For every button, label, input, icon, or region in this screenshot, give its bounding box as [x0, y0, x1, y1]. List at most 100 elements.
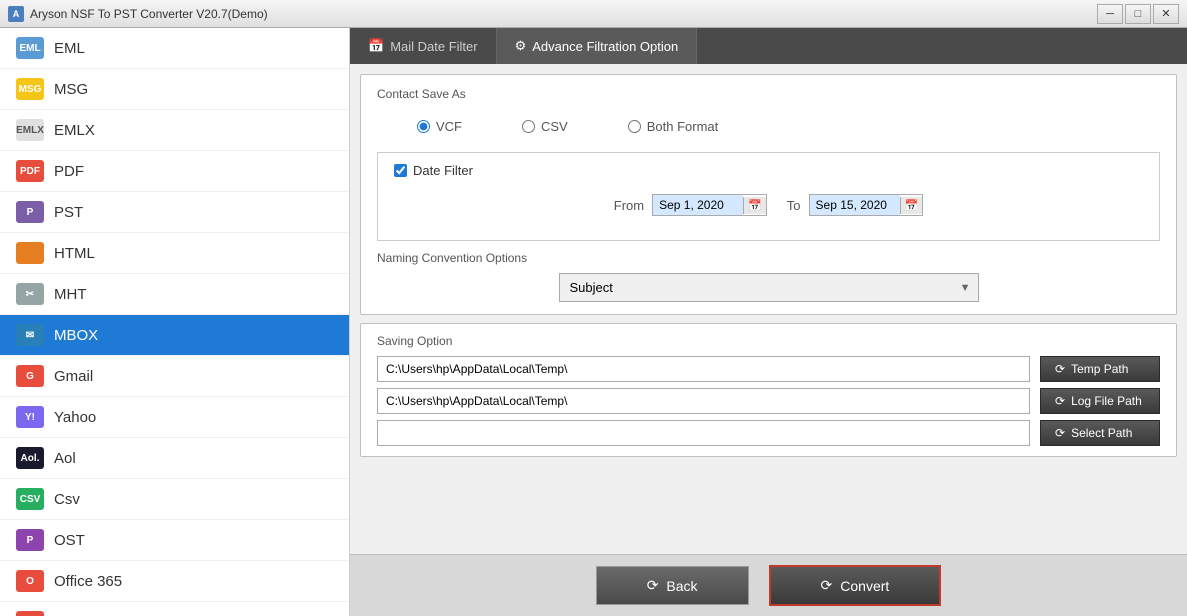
app-container: EML EML MSG MSG EMLX EMLX PDF PDF P PST … — [0, 28, 1187, 616]
sidebar-item-aol[interactable]: Aol. Aol — [0, 438, 349, 479]
sidebar-label-mbox: MBOX — [54, 327, 98, 344]
sidebar-icon-pdf: PDF — [16, 160, 44, 182]
from-date-input-wrap: 📅 — [652, 194, 767, 216]
calendar-icon: 📅 — [368, 38, 384, 54]
title-bar-controls: ─ □ ✕ — [1097, 4, 1179, 24]
tab-advance-filtration-label: Advance Filtration Option — [532, 39, 678, 54]
sync-icon-2: ⟳ — [1055, 394, 1065, 408]
sidebar-item-hotmail[interactable]: ✉ HotMail — [0, 602, 349, 616]
both-label: Both Format — [647, 119, 719, 134]
naming-convention-select[interactable]: SubjectDateFromTo — [559, 273, 979, 302]
sidebar-label-aol: Aol — [54, 450, 76, 467]
to-date-input-wrap: 📅 — [809, 194, 924, 216]
saving-btns-col: ⟳ Temp Path ⟳ Log File Path ⟳ Select Pat… — [1040, 356, 1160, 446]
to-calendar-icon[interactable]: 📅 — [900, 197, 923, 214]
bottom-bar: ⟳ Back ⟳ Convert — [350, 554, 1187, 616]
from-calendar-icon[interactable]: 📅 — [743, 197, 766, 214]
sidebar-item-mht[interactable]: ✂ MHT — [0, 274, 349, 315]
close-button[interactable]: ✕ — [1153, 4, 1179, 24]
sidebar-label-office365: Office 365 — [54, 573, 122, 590]
sidebar-icon-msg: MSG — [16, 78, 44, 100]
temp-path-input[interactable] — [377, 356, 1030, 382]
sidebar-label-msg: MSG — [54, 81, 88, 98]
log-file-path-button[interactable]: ⟳ Log File Path — [1040, 388, 1160, 414]
sidebar-item-csv[interactable]: CSV Csv — [0, 479, 349, 520]
sidebar-icon-mht: ✂ — [16, 283, 44, 305]
csv-option[interactable]: CSV — [522, 119, 568, 134]
sync-icon: ⟳ — [1055, 362, 1065, 376]
sidebar-item-pdf[interactable]: PDF PDF — [0, 151, 349, 192]
from-date-input[interactable] — [653, 195, 743, 215]
naming-convention-label: Naming Convention Options — [377, 251, 1160, 265]
title-bar: A Aryson NSF To PST Converter V20.7(Demo… — [0, 0, 1187, 28]
sidebar-item-ost[interactable]: P OST — [0, 520, 349, 561]
saving-option-layout: ⟳ Temp Path ⟳ Log File Path ⟳ Select Pat… — [377, 356, 1160, 446]
vcf-option[interactable]: VCF — [417, 119, 462, 134]
saving-option-label: Saving Option — [377, 334, 1160, 348]
contact-save-as-radio-group: VCF CSV Both Format — [377, 111, 1160, 142]
csv-label: CSV — [541, 119, 568, 134]
sidebar-item-eml[interactable]: EML EML — [0, 28, 349, 69]
sidebar-icon-csv: CSV — [16, 488, 44, 510]
sidebar-label-ost: OST — [54, 532, 85, 549]
select-path-button[interactable]: ⟳ Select Path — [1040, 420, 1160, 446]
to-date-field: To 📅 — [787, 194, 923, 216]
sidebar-item-emlx[interactable]: EMLX EMLX — [0, 110, 349, 151]
to-label: To — [787, 198, 801, 213]
sidebar-icon-pst: P — [16, 201, 44, 223]
convert-icon: ⟳ — [821, 577, 833, 594]
sidebar-item-mbox[interactable]: ✉ MBOX — [0, 315, 349, 356]
title-bar-left: A Aryson NSF To PST Converter V20.7(Demo… — [8, 6, 268, 22]
temp-path-button[interactable]: ⟳ Temp Path — [1040, 356, 1160, 382]
log-file-path-input[interactable] — [377, 388, 1030, 414]
csv-radio[interactable] — [522, 120, 535, 133]
main-content: 📅 Mail Date Filter ⚙ Advance Filtration … — [350, 28, 1187, 616]
sidebar-icon-ost: P — [16, 529, 44, 551]
sidebar-item-office365[interactable]: O Office 365 — [0, 561, 349, 602]
sidebar-icon-yahoo: Y! — [16, 406, 44, 428]
tabs-bar: 📅 Mail Date Filter ⚙ Advance Filtration … — [350, 28, 1187, 64]
select-path-label: Select Path — [1071, 426, 1132, 440]
select-path-input[interactable] — [377, 420, 1030, 446]
date-filter-checkbox[interactable] — [394, 164, 407, 177]
back-icon: ⟳ — [647, 577, 659, 594]
both-format-option[interactable]: Both Format — [628, 119, 719, 134]
sidebar-label-pdf: PDF — [54, 163, 84, 180]
date-filter-section: Date Filter From 📅 To — [377, 152, 1160, 241]
saving-option-panel: Saving Option ⟳ Temp Path ⟳ — [360, 323, 1177, 457]
contact-save-as-label: Contact Save As — [377, 87, 1160, 101]
back-label: Back — [666, 578, 697, 594]
convert-button[interactable]: ⟳ Convert — [769, 565, 942, 606]
app-icon: A — [8, 6, 24, 22]
sidebar-icon-gmail: G — [16, 365, 44, 387]
sidebar-icon-mbox: ✉ — [16, 324, 44, 346]
sidebar-label-gmail: Gmail — [54, 368, 93, 385]
filter-icon: ⚙ — [515, 38, 527, 54]
contact-save-as-section: Contact Save As VCF CSV Both Format — [377, 87, 1160, 142]
vcf-label: VCF — [436, 119, 462, 134]
both-radio[interactable] — [628, 120, 641, 133]
sidebar-label-yahoo: Yahoo — [54, 409, 96, 426]
to-date-input[interactable] — [810, 195, 900, 215]
tab-advance-filtration[interactable]: ⚙ Advance Filtration Option — [497, 28, 698, 64]
date-row: From 📅 To 📅 — [394, 190, 1143, 226]
sidebar-item-html[interactable]: HTML — [0, 233, 349, 274]
sidebar-item-pst[interactable]: P PST — [0, 192, 349, 233]
sidebar-item-msg[interactable]: MSG MSG — [0, 69, 349, 110]
restore-button[interactable]: □ — [1125, 4, 1151, 24]
temp-path-label: Temp Path — [1071, 362, 1128, 376]
sidebar-icon-office365: O — [16, 570, 44, 592]
sidebar-icon-aol: Aol. — [16, 447, 44, 469]
vcf-radio[interactable] — [417, 120, 430, 133]
tab-mail-date-filter-label: Mail Date Filter — [390, 39, 477, 54]
sidebar-icon-hotmail: ✉ — [16, 611, 44, 616]
minimize-button[interactable]: ─ — [1097, 4, 1123, 24]
sidebar-item-gmail[interactable]: G Gmail — [0, 356, 349, 397]
date-filter-header: Date Filter — [394, 163, 1143, 178]
tab-mail-date-filter[interactable]: 📅 Mail Date Filter — [350, 28, 497, 64]
app-title: Aryson NSF To PST Converter V20.7(Demo) — [30, 7, 268, 21]
back-button[interactable]: ⟳ Back — [596, 566, 749, 605]
sidebar-item-yahoo[interactable]: Y! Yahoo — [0, 397, 349, 438]
sidebar-label-eml: EML — [54, 40, 85, 57]
sync-icon-3: ⟳ — [1055, 426, 1065, 440]
